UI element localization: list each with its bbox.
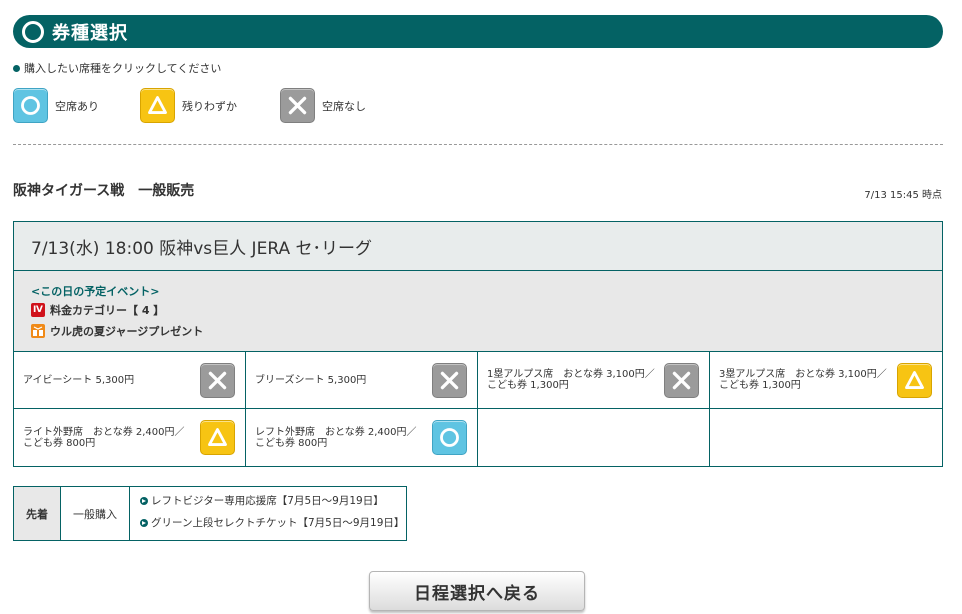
seat-option[interactable]: 3塁アルプス席 おとな券 3,100円／こども券 1,300円 — [710, 352, 942, 409]
seat-empty-cell — [710, 409, 942, 466]
ticket-link[interactable]: レフトビジター専用応援席【7月5日～9月19日】 — [140, 493, 406, 508]
circle-icon — [22, 20, 44, 43]
seat-name: 1塁アルプス席 おとな券 3,100円／こども券 1,300円 — [487, 369, 655, 391]
present-icon — [31, 324, 45, 338]
page-title: 券種選択 — [52, 22, 128, 44]
event-label: 料金カテゴリー【 4 】 — [50, 304, 165, 317]
events-heading: <この日の予定イベント> — [31, 285, 160, 298]
seat-option[interactable]: ブリーズシート 5,300円 — [246, 352, 478, 409]
cross-icon[interactable] — [664, 362, 699, 398]
sales-type-label: 先着 — [14, 487, 61, 540]
circle-icon — [13, 88, 48, 123]
legend-available: 空席あり — [13, 88, 99, 123]
sales-method-table: 先着 一般購入 レフトビジター専用応援席【7月5日～9月19日】 グリーン上段セ… — [13, 486, 407, 541]
seat-grid: アイビーシート 5,300円 ブリーズシート 5,300円 1塁アルプス席 おと… — [14, 352, 942, 466]
cross-icon[interactable] — [432, 362, 467, 398]
section-title-bar: 券種選択 — [13, 15, 943, 48]
ticket-link-label[interactable]: グリーン上段セレクトチケット【7月5日～9月19日】 — [151, 515, 404, 530]
ticket-link-label[interactable]: レフトビジター専用応援席【7月5日～9月19日】 — [151, 493, 384, 508]
seat-option[interactable]: レフト外野席 おとな券 2,400円／こども券 800円 — [246, 409, 478, 466]
event-item: Ⅳ 料金カテゴリー【 4 】 — [31, 302, 942, 318]
sales-method-label: 一般購入 — [61, 487, 130, 540]
seat-name: レフト外野席 おとな券 2,400円／こども券 800円 — [255, 426, 417, 449]
seat-name: ブリーズシート 5,300円 — [255, 374, 367, 386]
seat-option[interactable]: アイビーシート 5,300円 — [14, 352, 246, 409]
ticket-link[interactable]: グリーン上段セレクトチケット【7月5日～9月19日】 — [140, 515, 406, 530]
triangle-icon — [140, 88, 175, 123]
legend-few: 残りわずか — [140, 88, 237, 123]
cross-icon[interactable] — [200, 362, 235, 398]
circle-icon[interactable] — [432, 420, 467, 455]
seat-name: アイビーシート 5,300円 — [23, 374, 135, 386]
game-panel: 7/13(水) 18:00 阪神vs巨人 JERA セ･リーグ <この日の予定イ… — [13, 221, 943, 467]
event-item: ウル虎の夏ジャージプレゼント — [31, 323, 942, 339]
game-title: 7/13(水) 18:00 阪神vs巨人 JERA セ･リーグ — [14, 222, 942, 271]
seat-name: 3塁アルプス席 おとな券 3,100円／こども券 1,300円 — [719, 369, 887, 391]
arrow-right-icon — [140, 496, 148, 505]
bullet-icon — [13, 64, 20, 72]
sales-links: レフトビジター専用応援席【7月5日～9月19日】 グリーン上段セレクトチケット【… — [130, 487, 406, 540]
event-label: ウル虎の夏ジャージプレゼント — [50, 325, 204, 338]
seat-option[interactable]: 1塁アルプス席 おとな券 3,100円／こども券 1,300円 — [478, 352, 710, 409]
legend-label-few: 残りわずか — [182, 99, 237, 113]
price-category-icon: Ⅳ — [31, 303, 45, 317]
events-section: <この日の予定イベント> Ⅳ 料金カテゴリー【 4 】 ウル虎の夏ジャージプレゼ… — [14, 271, 942, 352]
seat-option[interactable]: ライト外野席 おとな券 2,400円／こども券 800円 — [14, 409, 246, 466]
triangle-icon[interactable] — [897, 362, 932, 398]
instruction-text: 購入したい席種をクリックしてください — [13, 60, 221, 76]
timestamp: 7/13 15:45 時点 — [864, 190, 942, 201]
triangle-icon[interactable] — [200, 420, 235, 455]
arrow-right-icon — [140, 518, 148, 527]
legend-label-none: 空席なし — [322, 99, 366, 113]
legend-none: 空席なし — [280, 88, 366, 123]
back-to-schedule-button[interactable]: 日程選択へ戻る — [369, 571, 585, 611]
instruction-label: 購入したい席種をクリックしてください — [24, 62, 222, 75]
divider — [13, 144, 943, 145]
seat-empty-cell — [478, 409, 710, 466]
sale-title: 阪神タイガース戦 一般販売 — [13, 183, 195, 199]
legend-label-available: 空席あり — [55, 99, 99, 113]
seat-name: ライト外野席 おとな券 2,400円／こども券 800円 — [23, 426, 185, 449]
cross-icon — [280, 88, 315, 123]
